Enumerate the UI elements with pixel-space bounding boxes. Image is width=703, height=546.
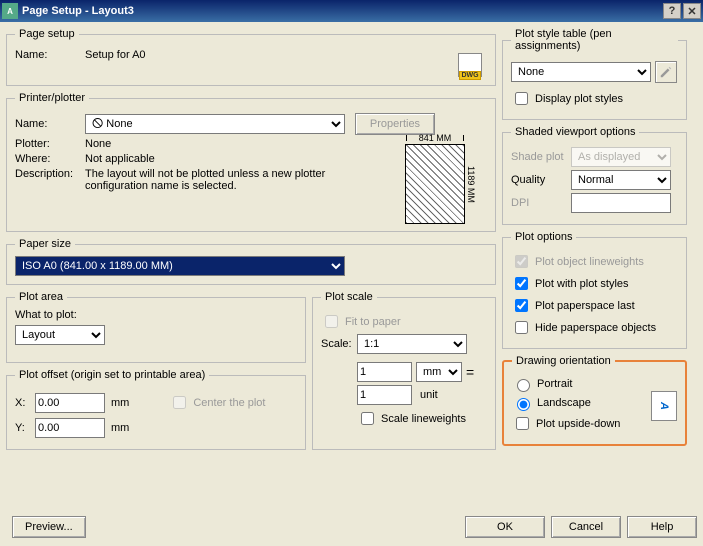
upside-down-label: Plot upside-down (536, 418, 620, 430)
x-unit: mm (111, 397, 129, 409)
printer-name-label: Name: (15, 118, 85, 130)
portrait-radio[interactable] (517, 379, 530, 392)
scale-label: Scale: (321, 338, 357, 350)
printer-legend: Printer/plotter (15, 92, 89, 104)
fit-to-paper-checkbox[interactable] (325, 315, 338, 328)
paper-size-legend: Paper size (15, 238, 75, 250)
name-value: Setup for A0 (85, 49, 146, 61)
plot-paperspace-checkbox[interactable] (515, 299, 528, 312)
equals-sign: = (462, 364, 478, 380)
y-label: Y: (15, 422, 35, 434)
center-plot-label: Center the plot (193, 397, 265, 409)
scale-select[interactable]: 1:1 (357, 334, 467, 354)
edit-plot-style-button[interactable] (655, 61, 677, 83)
display-plot-styles-label: Display plot styles (535, 93, 623, 105)
plot-with-styles-label: Plot with plot styles (535, 278, 629, 290)
desc-value: The layout will not be plotted unless a … (85, 168, 365, 192)
hide-paperspace-label: Hide paperspace objects (535, 322, 656, 334)
what-to-plot-select[interactable]: Layout (15, 325, 105, 345)
scale-unit-select[interactable]: mm (416, 362, 462, 382)
orientation-icon: A (651, 391, 677, 421)
x-label: X: (15, 397, 35, 409)
titlebar: A Page Setup - Layout3 ? ✕ (0, 0, 703, 22)
shade-plot-label: Shade plot (511, 151, 571, 163)
window-title: Page Setup - Layout3 (22, 5, 661, 17)
preview-button[interactable]: Preview... (12, 516, 86, 538)
landscape-radio[interactable] (517, 398, 530, 411)
what-to-plot-label: What to plot: (15, 309, 297, 321)
scale-num-input[interactable] (357, 362, 412, 382)
dwg-icon: DWG (455, 50, 485, 80)
paper-width-dim: 841 MM (406, 133, 464, 143)
plot-style-select[interactable]: None (511, 62, 651, 82)
portrait-label: Portrait (537, 378, 572, 390)
plot-scale-legend: Plot scale (321, 291, 377, 303)
landscape-label: Landscape (537, 397, 591, 409)
paper-size-group: Paper size ISO A0 (841.00 x 1189.00 MM) (6, 238, 496, 285)
page-setup-group: Page setup Name: Setup for A0 DWG (6, 28, 496, 86)
hide-paperspace-checkbox[interactable] (515, 321, 528, 334)
plotter-label: Plotter: (15, 138, 85, 150)
plot-style-legend: Plot style table (pen assignments) (511, 28, 678, 52)
shaded-legend: Shaded viewport options (511, 126, 639, 138)
help-button[interactable]: Help (627, 516, 697, 538)
plot-lineweights-checkbox[interactable] (515, 255, 528, 268)
plot-with-styles-checkbox[interactable] (515, 277, 528, 290)
paper-size-select[interactable]: ISO A0 (841.00 x 1189.00 MM) (15, 256, 345, 276)
scale-lineweights-label: Scale lineweights (381, 413, 466, 425)
plot-lineweights-label: Plot object lineweights (535, 256, 644, 268)
plot-offset-group: Plot offset (origin set to printable are… (6, 369, 306, 450)
help-titlebar-button[interactable]: ? (663, 3, 681, 19)
orientation-legend: Drawing orientation (512, 355, 615, 367)
plot-area-legend: Plot area (15, 291, 67, 303)
plot-area-group: Plot area What to plot: Layout (6, 291, 306, 363)
plotter-value: None (85, 138, 111, 150)
plot-paperspace-label: Plot paperspace last (535, 300, 635, 312)
app-icon: A (2, 3, 18, 19)
y-input[interactable] (35, 418, 105, 438)
scale-lineweights-checkbox[interactable] (361, 412, 374, 425)
x-input[interactable] (35, 393, 105, 413)
plot-style-table-group: Plot style table (pen assignments) None … (502, 28, 687, 120)
y-unit: mm (111, 422, 129, 434)
close-titlebar-button[interactable]: ✕ (683, 3, 701, 19)
dpi-input[interactable] (571, 193, 671, 213)
cancel-button[interactable]: Cancel (551, 516, 621, 538)
paper-preview: 841 MM 1189 MM (385, 134, 485, 224)
scale-den-unit: unit (420, 389, 438, 401)
shaded-viewport-group: Shaded viewport options Shade plot As di… (502, 126, 687, 225)
scale-den-input[interactable] (357, 385, 412, 405)
plot-options-group: Plot options Plot object lineweights Plo… (502, 231, 687, 349)
drawing-orientation-group: Drawing orientation Portrait Landscape P… (502, 355, 687, 446)
desc-label: Description: (15, 168, 85, 180)
printer-plotter-group: Printer/plotter Name: 🛇 None Properties … (6, 92, 496, 232)
paper-height-dim: 1189 MM (466, 145, 476, 223)
fit-to-paper-label: Fit to paper (345, 316, 401, 328)
where-value: Not applicable (85, 153, 155, 165)
dpi-label: DPI (511, 197, 571, 209)
quality-select[interactable]: Normal (571, 170, 671, 190)
upside-down-checkbox[interactable] (516, 417, 529, 430)
center-plot-checkbox[interactable] (173, 396, 186, 409)
plot-scale-group: Plot scale Fit to paper Scale: 1:1 mm (312, 291, 496, 450)
shade-plot-select[interactable]: As displayed (571, 147, 671, 167)
properties-button[interactable]: Properties (355, 113, 435, 135)
plot-options-legend: Plot options (511, 231, 576, 243)
name-label: Name: (15, 49, 85, 61)
display-plot-styles-checkbox[interactable] (515, 92, 528, 105)
printer-name-select[interactable]: 🛇 None (85, 114, 345, 134)
where-label: Where: (15, 153, 85, 165)
quality-label: Quality (511, 174, 571, 186)
ok-button[interactable]: OK (465, 516, 545, 538)
plot-offset-legend: Plot offset (origin set to printable are… (15, 369, 209, 381)
page-setup-legend: Page setup (15, 28, 79, 40)
